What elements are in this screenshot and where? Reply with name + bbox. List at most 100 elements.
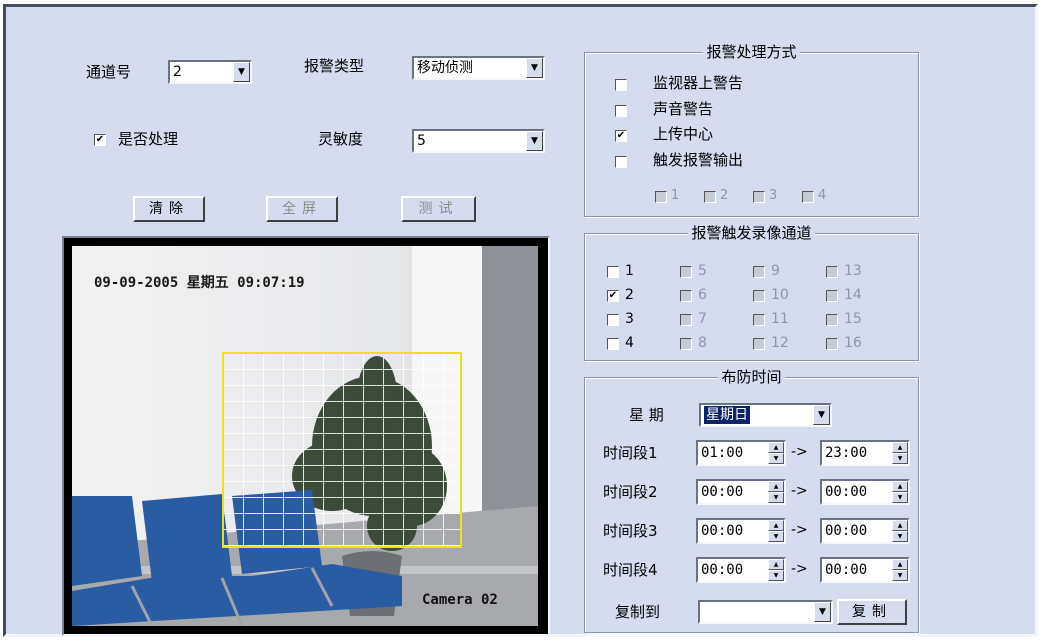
- record-channel-4-label: 4: [625, 335, 634, 351]
- record-channel-14-checkbox[interactable]: [826, 290, 838, 302]
- record-channel-16-checkbox[interactable]: [826, 338, 838, 350]
- sensitivity-select[interactable]: 5 ▼: [412, 129, 545, 153]
- spin-down-icon[interactable]: ▼: [892, 570, 908, 581]
- alarm-handling-group: 报警处理方式 监视器上警告 声音警告 ✔ 上传中心 触发报警输出 1 2 3 4: [584, 43, 919, 217]
- record-channel-7-checkbox[interactable]: [680, 314, 692, 326]
- segment-3-arrow: ->: [791, 522, 808, 538]
- record-channel-3-label: 3: [625, 311, 634, 327]
- output-4-checkbox[interactable]: [802, 191, 814, 203]
- copy-to-label: 复制到: [615, 603, 661, 621]
- segment-1-start-input[interactable]: 01:00 ▲ ▼: [696, 440, 786, 466]
- segment-1-arrow: ->: [791, 444, 808, 460]
- copy-to-select[interactable]: ▼: [698, 600, 833, 624]
- spin-up-icon[interactable]: ▲: [768, 442, 784, 453]
- video-preview-frame: 09-09-2005 星期五 09:07:19 Camera 02: [62, 236, 550, 636]
- record-channel-9-label: 9: [771, 263, 780, 279]
- segment-1-end-input[interactable]: 23:00 ▲ ▼: [820, 440, 910, 466]
- record-channel-1-label: 1: [625, 263, 634, 279]
- record-channel-10-label: 10: [771, 287, 789, 303]
- video-preview[interactable]: 09-09-2005 星期五 09:07:19 Camera 02: [72, 246, 538, 626]
- spin-up-icon[interactable]: ▲: [892, 520, 908, 531]
- record-channel-9-checkbox[interactable]: [753, 266, 765, 278]
- copy-button[interactable]: 复制: [837, 599, 907, 625]
- segment-2-start-input[interactable]: 00:00 ▲ ▼: [696, 479, 786, 505]
- schedule-group: 布防时间 星 期 星期日 ▼ 时间段1 01:00 ▲ ▼ -> 23:00 ▲ ▼…: [584, 368, 919, 633]
- spin-down-icon[interactable]: ▼: [768, 453, 784, 464]
- chevron-down-icon[interactable]: ▼: [814, 602, 831, 622]
- spin-down-icon[interactable]: ▼: [892, 531, 908, 542]
- record-channel-1-checkbox[interactable]: [607, 266, 619, 278]
- segment-3-end-input[interactable]: 00:00 ▲ ▼: [820, 518, 910, 544]
- motion-detection-region[interactable]: [222, 352, 462, 548]
- spin-down-icon[interactable]: ▼: [768, 492, 784, 503]
- spin-down-icon[interactable]: ▼: [892, 492, 908, 503]
- monitor-warning-checkbox[interactable]: [615, 79, 627, 91]
- segment-1-start-value: 01:00: [701, 445, 744, 461]
- record-channel-4-checkbox[interactable]: [607, 338, 619, 350]
- test-button[interactable]: 测试: [401, 196, 476, 222]
- segment-1-end-value: 23:00: [825, 445, 868, 461]
- segment-1-label: 时间段1: [603, 444, 658, 462]
- segment-3-label: 时间段3: [603, 522, 658, 540]
- segment-3-end-value: 00:00: [825, 523, 868, 539]
- channel-value: 2: [173, 64, 182, 80]
- record-channel-15-checkbox[interactable]: [826, 314, 838, 326]
- output-2-checkbox[interactable]: [704, 191, 716, 203]
- record-channel-8-label: 8: [698, 335, 707, 351]
- spin-up-icon[interactable]: ▲: [892, 442, 908, 453]
- handle-checkbox[interactable]: ✔: [94, 134, 106, 146]
- segment-4-start-input[interactable]: 00:00 ▲ ▼: [696, 557, 786, 583]
- channel-select[interactable]: 2 ▼: [168, 60, 252, 84]
- spin-up-icon[interactable]: ▲: [892, 481, 908, 492]
- record-channel-13-label: 13: [844, 263, 862, 279]
- chevron-down-icon[interactable]: ▼: [233, 62, 250, 82]
- clear-button[interactable]: 清除: [133, 196, 205, 222]
- record-channel-13-checkbox[interactable]: [826, 266, 838, 278]
- handle-label: 是否处理: [118, 130, 179, 148]
- record-channels-title: 报警触发录像通道: [688, 224, 815, 242]
- weekday-select[interactable]: 星期日 ▼: [699, 403, 832, 427]
- chevron-down-icon[interactable]: ▼: [526, 58, 543, 78]
- chevron-down-icon[interactable]: ▼: [813, 405, 830, 425]
- record-channel-15-label: 15: [844, 311, 862, 327]
- record-channels-group: 报警触发录像通道 1 ✔ 2 3 4 5 6 7 8 9 10 11 12 13 14 15 16: [584, 224, 919, 361]
- weekday-label: 星 期: [629, 406, 664, 424]
- fullscreen-button[interactable]: 全屏: [266, 196, 338, 222]
- output-3-checkbox[interactable]: [753, 191, 765, 203]
- record-channel-14-label: 14: [844, 287, 862, 303]
- upload-center-checkbox[interactable]: ✔: [615, 130, 627, 142]
- output-1-checkbox[interactable]: [655, 191, 667, 203]
- channel-label: 通道号: [86, 63, 132, 81]
- alarm-type-label: 报警类型: [304, 57, 365, 75]
- record-channel-6-checkbox[interactable]: [680, 290, 692, 302]
- alarm-type-select[interactable]: 移动侦测 ▼: [412, 56, 545, 80]
- record-channel-10-checkbox[interactable]: [753, 290, 765, 302]
- spin-down-icon[interactable]: ▼: [768, 570, 784, 581]
- segment-2-end-input[interactable]: 00:00 ▲ ▼: [820, 479, 910, 505]
- record-channel-8-checkbox[interactable]: [680, 338, 692, 350]
- spin-down-icon[interactable]: ▼: [892, 453, 908, 464]
- alarm-output-checkbox[interactable]: [615, 156, 627, 168]
- spin-up-icon[interactable]: ▲: [768, 481, 784, 492]
- record-channel-3-checkbox[interactable]: [607, 314, 619, 326]
- segment-2-label: 时间段2: [603, 483, 658, 501]
- video-timestamp: 09-09-2005 星期五 09:07:19: [94, 275, 305, 291]
- segment-2-end-value: 00:00: [825, 484, 868, 500]
- spin-down-icon[interactable]: ▼: [768, 531, 784, 542]
- record-channel-7-label: 7: [698, 311, 707, 327]
- alarm-output-label: 触发报警输出: [653, 151, 744, 169]
- spin-up-icon[interactable]: ▲: [892, 559, 908, 570]
- segment-3-start-input[interactable]: 00:00 ▲ ▼: [696, 518, 786, 544]
- spin-up-icon[interactable]: ▲: [768, 520, 784, 531]
- output-4-label: 4: [818, 188, 827, 203]
- output-3-label: 3: [769, 188, 778, 203]
- spin-up-icon[interactable]: ▲: [768, 559, 784, 570]
- weekday-value: 星期日: [704, 406, 750, 424]
- sound-warning-checkbox[interactable]: [615, 105, 627, 117]
- record-channel-2-checkbox[interactable]: ✔: [607, 290, 619, 302]
- record-channel-12-checkbox[interactable]: [753, 338, 765, 350]
- record-channel-5-checkbox[interactable]: [680, 266, 692, 278]
- chevron-down-icon[interactable]: ▼: [526, 131, 543, 151]
- segment-4-end-input[interactable]: 00:00 ▲ ▼: [820, 557, 910, 583]
- record-channel-11-checkbox[interactable]: [753, 314, 765, 326]
